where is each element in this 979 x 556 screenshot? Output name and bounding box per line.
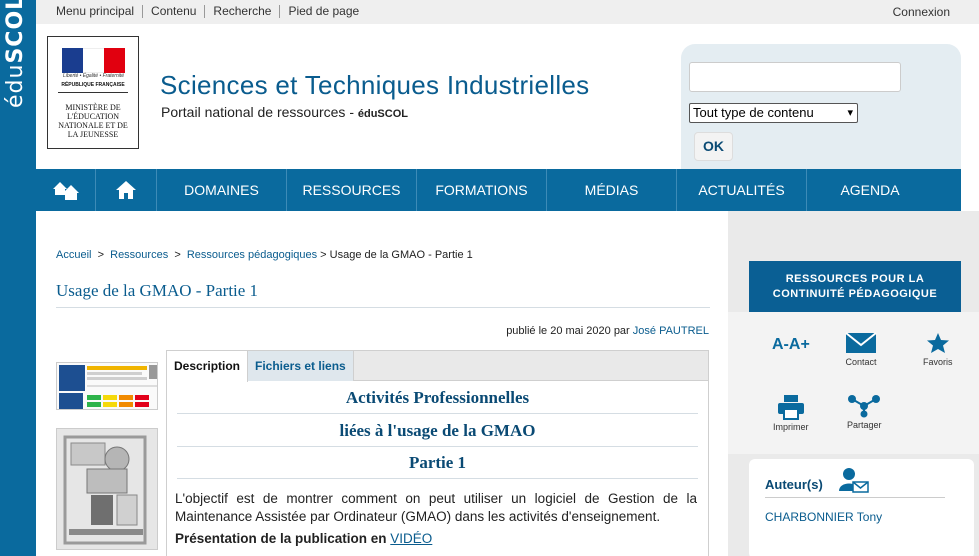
nav-agenda[interactable]: AGENDA [807,169,933,211]
nav-actualites[interactable]: ACTUALITÉS [677,169,807,211]
home-icon [116,181,136,199]
author-link[interactable]: José PAUTREL [633,325,709,337]
breadcrumb: Accueil > Ressources > Ressources pédago… [56,249,473,261]
skip-link-search[interactable]: Recherche [204,5,279,18]
industrial-machine-image [57,429,157,549]
search-input[interactable] [689,62,901,92]
breadcrumb-accueil[interactable]: Accueil [56,249,91,261]
breadcrumb-current: Usage de la GMAO - Partie 1 [329,249,473,261]
ministry-logo[interactable]: Liberté • Égalité • Fraternité RÉPUBLIQU… [47,36,139,149]
chevron-down-icon: ▾ [847,107,853,119]
favoris-tool[interactable]: Favoris [923,332,953,367]
author-name-link[interactable]: CHARBONNIER Tony [765,510,882,524]
share-network-icon [848,395,881,418]
publication-info: publié le 20 mai 2020 par José PAUTREL [506,325,709,337]
authors-divider [765,497,945,498]
printer-icon [777,395,804,420]
heading-usage-gmao: liées à l'usage de la GMAO [177,415,698,447]
page-tools: A-A+ Contact Favoris Imprimer Partager [728,312,979,454]
continuite-pedagogique-banner[interactable]: RESSOURCES POUR LA CONTINUITÉ PÉDAGOGIQU… [749,261,961,312]
ministry-name: MINISTÈRE DE L'ÉDUCATION NATIONALE ET DE… [58,103,128,139]
logo-divider [58,92,128,93]
resource-tabs: Description Fichiers et liens Activités … [166,350,709,556]
french-flag-icon [62,48,125,73]
houses-icon [52,182,79,200]
eduscol-vertical-logo: éduSCOL [3,0,28,108]
heading-partie: Partie 1 [177,447,698,479]
skip-links: Menu principal Contenu Recherche Pied de… [48,5,367,18]
font-size-icon: A-A+ [772,336,810,353]
tab-description[interactable]: Description [167,351,249,382]
authors-title: Auteur(s) [765,477,823,492]
authors-box: Auteur(s) CHARBONNIER Tony [749,459,974,556]
nav-domaines[interactable]: DOMAINES [157,169,287,211]
search-panel: Tout type de contenu ▾ OK [681,44,961,169]
skip-link-content[interactable]: Contenu [142,5,204,18]
document-preview-image [57,363,157,409]
font-size-tool[interactable]: A-A+ [772,334,810,356]
right-sidebar: RESSOURCES POUR LA CONTINUITÉ PÉDAGOGIQU… [728,231,979,556]
breadcrumb-ressources[interactable]: Ressources [110,249,168,261]
star-icon [926,333,949,353]
contact-tool[interactable]: Contact [845,332,877,367]
search-submit-button[interactable]: OK [694,132,733,161]
sidebar-top-shade [728,211,979,231]
nav-home[interactable] [96,169,157,211]
site-title[interactable]: Sciences et Techniques Industrielles [160,70,589,101]
main-navigation: DOMAINES RESSOURCES FORMATIONS MÉDIAS AC… [36,169,961,211]
document-thumbnail[interactable] [56,362,158,410]
connexion-link[interactable]: Connexion [893,5,950,19]
tab-fichiers-et-liens[interactable]: Fichiers et liens [248,351,354,381]
presentation-line: Présentation de la publication en VIDÉO [175,531,433,546]
envelope-icon [845,332,877,353]
skip-link-footer[interactable]: Pied de page [279,5,367,18]
nav-portal-home[interactable] [36,169,96,211]
nav-ressources[interactable]: RESSOURCES [287,169,417,211]
tab-bar: Description Fichiers et liens [167,351,708,382]
republic-motto: Liberté • Égalité • Fraternité [62,73,125,79]
nav-formations[interactable]: FORMATIONS [417,169,547,211]
machine-thumbnail[interactable] [56,428,158,550]
objective-text: L'objectif est de montrer comment on peu… [175,491,697,524]
page-title: Usage de la GMAO - Partie 1 [56,281,259,300]
top-utility-bar: Menu principal Contenu Recherche Pied de… [36,0,979,24]
title-divider [56,307,710,308]
skip-link-menu[interactable]: Menu principal [48,5,142,18]
content-type-select[interactable]: Tout type de contenu ▾ [689,103,858,123]
site-subtitle: Portail national de ressources - éduSCOL [161,104,408,120]
video-link[interactable]: VIDÉO [390,531,432,546]
nav-medias[interactable]: MÉDIAS [547,169,677,211]
author-contact-icon[interactable] [839,467,869,493]
partager-tool[interactable]: Partager [847,394,882,430]
breadcrumb-ressources-pedagogiques[interactable]: Ressources pédagogiques [187,249,317,261]
heading-activites: Activités Professionnelles [177,382,698,414]
republic-label: RÉPUBLIQUE FRANÇAISE [61,82,125,88]
eduscol-brand-strip: éduSCOL [0,0,36,556]
imprimer-tool[interactable]: Imprimer [773,394,809,432]
